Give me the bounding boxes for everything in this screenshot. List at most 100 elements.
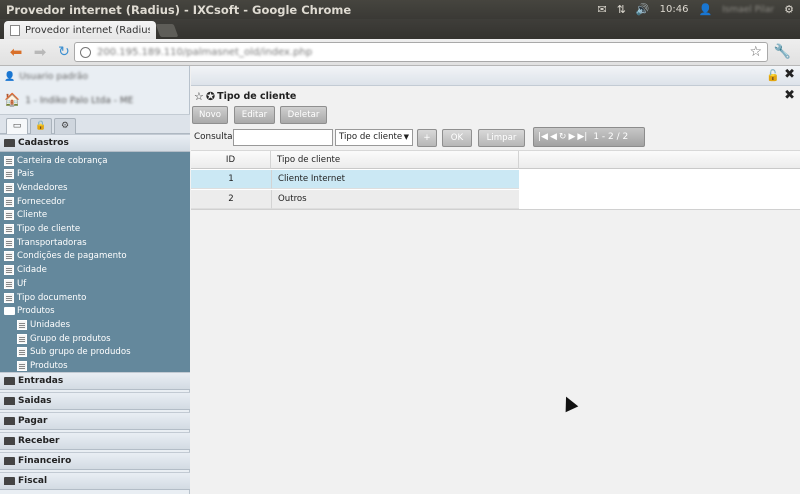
- wrench-menu-icon[interactable]: 🔧: [774, 44, 791, 60]
- section-financeiro[interactable]: Financeiro: [0, 452, 190, 470]
- mouse-cursor: [559, 393, 579, 413]
- tree-item-fornecedor[interactable]: Fornecedor: [4, 195, 65, 208]
- folder-icon: [4, 477, 15, 485]
- tree-item-condicoes-pagamento[interactable]: Condições de pagamento: [4, 250, 127, 263]
- tree-item-produtos[interactable]: Produtos: [17, 360, 68, 373]
- pager: |◀ ◀ ↻ ▶ ▶| 1 - 2 / 2: [533, 127, 645, 147]
- close-icon[interactable]: ✖: [784, 67, 795, 82]
- folder-icon: [4, 437, 15, 445]
- new-tab-button[interactable]: [155, 24, 179, 37]
- company-name: 1 - Indiko Palo Ltda - ME: [25, 95, 134, 106]
- search-field-value: Tipo de cliente: [339, 132, 403, 142]
- power-gear-icon[interactable]: ⚙: [784, 3, 794, 16]
- bookmark-star-icon[interactable]: ☆: [749, 44, 762, 60]
- first-page-icon[interactable]: |◀: [538, 132, 548, 142]
- next-page-icon[interactable]: ▶: [568, 132, 575, 142]
- section-fiscal[interactable]: Fiscal: [0, 472, 190, 490]
- volume-icon[interactable]: 🔊: [636, 3, 650, 16]
- last-page-icon[interactable]: ▶|: [577, 132, 587, 142]
- document-icon: [4, 224, 14, 234]
- section-entradas[interactable]: Entradas: [0, 372, 190, 390]
- user-name[interactable]: Ismael Pilar: [722, 5, 774, 15]
- panel-tabs: ▭ 🔒 ⚙: [0, 114, 190, 134]
- column-header-id[interactable]: ID: [191, 151, 271, 169]
- folder-icon: [4, 377, 15, 385]
- current-company[interactable]: 🏠 1 - Indiko Palo Ltda - ME: [4, 93, 133, 108]
- tree-item-label: Cidade: [17, 265, 47, 276]
- tab-settings[interactable]: ⚙: [54, 118, 76, 134]
- table-cell-tipo[interactable]: Outros: [271, 190, 519, 209]
- novo-button[interactable]: Novo: [192, 106, 228, 124]
- ok-button[interactable]: OK: [442, 129, 472, 147]
- data-grid: ID Tipo de cliente 1 Cliente Internet 2 …: [191, 150, 800, 210]
- section-cadastros[interactable]: Cadastros: [0, 134, 190, 152]
- editar-button[interactable]: Editar: [234, 106, 275, 124]
- tree-item-pais[interactable]: Pais: [4, 168, 34, 181]
- add-filter-button[interactable]: +: [417, 129, 437, 147]
- tab-title: Provedor internet (Radius ×: [25, 24, 150, 36]
- url-text[interactable]: 200.195.189.110/palmasnet_old/index.php: [97, 47, 312, 58]
- page-title: Tipo de cliente: [217, 91, 297, 102]
- back-arrow-icon[interactable]: ⬅: [8, 43, 24, 61]
- user-icon: 👤: [4, 72, 16, 82]
- tree-item-transportadoras[interactable]: Transportadoras: [4, 236, 87, 249]
- tree-item-sub-grupo-produtos[interactable]: Sub grupo de produdos: [17, 346, 131, 359]
- search-field-select[interactable]: Tipo de cliente ▼: [335, 129, 413, 146]
- tree-item-tipo-documento[interactable]: Tipo documento: [4, 291, 86, 304]
- clock[interactable]: 10:46: [660, 4, 689, 15]
- tree-item-label: Transportadoras: [17, 237, 87, 248]
- star-icon[interactable]: ☆: [194, 90, 204, 103]
- limpar-button[interactable]: Limpar: [478, 129, 525, 147]
- tree-item-grupo-produtos[interactable]: Grupo de produtos: [17, 332, 111, 345]
- reload-icon[interactable]: ↻: [56, 44, 72, 60]
- table-cell-tipo[interactable]: Cliente Internet: [271, 170, 519, 189]
- prev-page-icon[interactable]: ◀: [550, 132, 557, 142]
- document-icon: [17, 361, 27, 371]
- search-label: Consultar: [194, 132, 237, 142]
- section-label: Cadastros: [18, 138, 69, 148]
- user-icon[interactable]: 👤: [698, 3, 712, 16]
- table-cell-id[interactable]: 1: [191, 170, 271, 189]
- folder-icon: [4, 417, 15, 425]
- section-receber[interactable]: Receber: [0, 432, 190, 450]
- document-icon: [17, 319, 27, 330]
- system-tray: ✉ ⇅ 🔊 10:46 👤 Ismael Pilar ⚙: [597, 0, 800, 19]
- folder-icon: [4, 397, 15, 405]
- address-bar[interactable]: 200.195.189.110/palmasnet_old/index.php …: [74, 42, 768, 62]
- tree-item-cliente[interactable]: Cliente: [4, 209, 47, 222]
- document-icon: [4, 196, 14, 207]
- deletar-button[interactable]: Deletar: [280, 106, 327, 124]
- current-user: 👤 Usuario padrão: [4, 72, 88, 82]
- table-cell-id[interactable]: 2: [191, 190, 271, 209]
- forward-arrow-icon[interactable]: ➡: [32, 43, 48, 61]
- column-header-tipo[interactable]: Tipo de cliente: [271, 151, 519, 169]
- document-icon: [4, 210, 14, 221]
- tree-item-label: Unidades: [30, 319, 71, 330]
- gear-icon[interactable]: ✪: [206, 90, 215, 103]
- tab-menu[interactable]: ▭: [6, 118, 28, 134]
- network-icon[interactable]: ⇅: [617, 3, 626, 16]
- section-label: Fiscal: [18, 476, 48, 486]
- document-icon: [17, 333, 27, 344]
- unlock-icon[interactable]: 🔓: [766, 69, 780, 82]
- search-input[interactable]: [233, 129, 333, 146]
- globe-icon: [80, 46, 91, 58]
- tree-item-label: Carteira de cobrança: [17, 155, 108, 166]
- tree-item-uf[interactable]: Uf: [4, 277, 26, 290]
- tree-item-cidade[interactable]: Cidade: [4, 264, 47, 277]
- mail-icon[interactable]: ✉: [597, 3, 606, 16]
- tree-item-vendedores[interactable]: Vendedores: [4, 181, 68, 194]
- refresh-icon[interactable]: ↻: [559, 132, 567, 142]
- tree-item-carteira[interactable]: Carteira de cobrança: [4, 154, 108, 167]
- tree-item-tipo-de-cliente[interactable]: Tipo de cliente: [4, 223, 80, 236]
- tree-folder-produtos[interactable]: Produtos: [4, 305, 55, 318]
- section-saidas[interactable]: Saidas: [0, 392, 190, 410]
- folder-icon: [4, 457, 15, 465]
- tree-item-label: Produtos: [17, 306, 55, 317]
- window-close-icon[interactable]: ✖: [784, 88, 795, 103]
- browser-tab[interactable]: Provedor internet (Radius ×: [4, 21, 156, 39]
- window-header: ☆ ✪ Tipo de cliente: [194, 90, 296, 103]
- tree-item-unidades[interactable]: Unidades: [17, 318, 70, 331]
- tab-lock[interactable]: 🔒: [30, 118, 52, 134]
- section-pagar[interactable]: Pagar: [0, 412, 190, 430]
